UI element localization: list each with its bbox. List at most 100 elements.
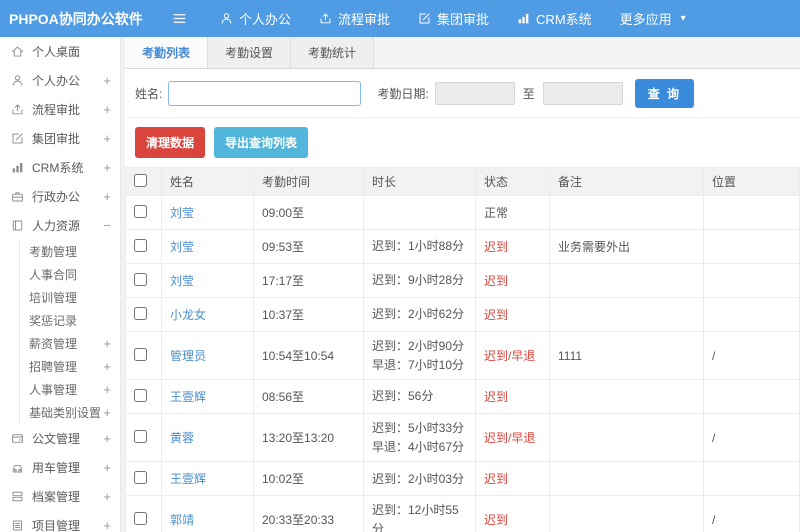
row-checkbox[interactable] xyxy=(134,347,147,361)
menu-item-label: CRM系统 xyxy=(32,161,84,175)
navbar-item-crm-system[interactable]: CRM系统 xyxy=(503,0,606,37)
table-row: 管理员 10:54至10:54 迟到：2小时90分 早退：7小时10分 迟到/早退 111… xyxy=(125,330,800,381)
select-all-checkbox[interactable] xyxy=(134,173,147,187)
sidebar-item-project-management[interactable]: 项目管理 + xyxy=(0,511,120,532)
expand-icon[interactable]: + xyxy=(103,518,111,532)
expand-icon[interactable]: + xyxy=(103,336,111,351)
clean-data-button[interactable]: 清理数据 xyxy=(135,127,206,158)
app-logo: PHPOA协同办公软件 xyxy=(9,10,143,27)
sidebar-item-archive-management[interactable]: 档案管理 + xyxy=(0,482,120,511)
sidebar-subitem-base-category-settings[interactable]: 基础类别设置 + xyxy=(20,401,120,424)
search-button[interactable]: 查 询 xyxy=(634,79,695,108)
row-checkbox[interactable] xyxy=(134,306,147,320)
table-row: 刘莹 17:17至 迟到：9小时28分 迟到 xyxy=(125,263,800,298)
expand-icon[interactable]: + xyxy=(103,359,111,374)
row-checkbox[interactable] xyxy=(134,204,147,218)
menu-item-label: 考勤管理 xyxy=(29,245,78,259)
col-header-duration: 时长 xyxy=(363,167,476,196)
tab-attendance-settings[interactable]: 考勤设置 xyxy=(208,37,292,68)
sidebar-subitem-training-management[interactable]: 培训管理 xyxy=(20,286,120,309)
menu-item-label: 招聘管理 xyxy=(29,360,78,374)
row-checkbox[interactable] xyxy=(134,511,147,525)
menu-item-label: 薪资管理 xyxy=(29,337,78,351)
sidebar-subitem-reward-punishment[interactable]: 奖惩记录 xyxy=(20,309,120,332)
name-input[interactable] xyxy=(168,81,362,106)
col-header-status: 状态 xyxy=(475,167,550,196)
cell-duration xyxy=(363,195,476,230)
sidebar-item-vehicle-management[interactable]: 用车管理 + xyxy=(0,453,120,482)
sidebar-item-doc-management[interactable]: 公文管理 + xyxy=(0,424,120,453)
row-checkbox[interactable] xyxy=(134,272,147,286)
expand-icon[interactable]: + xyxy=(103,131,111,146)
expand-icon[interactable]: + xyxy=(103,431,111,446)
sidebar-subitem-attendance-management[interactable]: 考勤管理 xyxy=(20,240,120,263)
cell-duration: 迟到：1小时88分 xyxy=(363,229,476,264)
tab-attendance-stats[interactable]: 考勤统计 xyxy=(291,37,375,68)
expand-icon[interactable]: + xyxy=(103,73,111,88)
menu-item-label: 集团审批 xyxy=(32,132,81,146)
expand-icon[interactable]: + xyxy=(103,460,111,475)
menu-toggle-button[interactable] xyxy=(162,0,196,37)
cell-location: / xyxy=(703,495,800,532)
navbar-item-workflow-approval[interactable]: 流程审批 xyxy=(305,0,404,37)
employee-name-link[interactable]: 王壹辉 xyxy=(170,390,206,404)
cell-note xyxy=(549,297,704,332)
sidebar-item-personal-office[interactable]: 个人办公 + xyxy=(0,66,120,95)
sidebar-item-human-resources[interactable]: 人力资源 − xyxy=(0,211,120,240)
cell-attendance-time: 10:02至 xyxy=(253,461,364,497)
expand-icon[interactable]: + xyxy=(103,489,111,504)
expand-icon[interactable]: + xyxy=(103,382,111,397)
row-checkbox[interactable] xyxy=(134,429,147,443)
attendance-date-label: 考勤日期: xyxy=(377,87,429,101)
date-to-input[interactable] xyxy=(542,82,623,105)
edit-icon xyxy=(418,12,431,25)
date-to-label: 至 xyxy=(522,87,535,101)
export-list-button[interactable]: 导出查询列表 xyxy=(214,127,309,158)
cell-location xyxy=(703,195,800,230)
chart-icon xyxy=(11,161,27,174)
menu-item-label: 人事合同 xyxy=(29,268,78,282)
expand-icon[interactable]: + xyxy=(103,102,111,117)
expand-icon[interactable]: + xyxy=(103,405,111,420)
archive-icon xyxy=(11,490,27,503)
row-checkbox[interactable] xyxy=(134,388,147,402)
cell-note xyxy=(549,413,704,463)
employee-name-link[interactable]: 刘莹 xyxy=(170,240,194,254)
status-badge: 迟到 xyxy=(475,495,550,532)
navbar-item-group-approval[interactable]: 集团审批 xyxy=(404,0,503,37)
employee-name-link[interactable]: 管理员 xyxy=(170,349,206,363)
employee-name-link[interactable]: 郭靖 xyxy=(170,513,194,527)
navbar-item-personal-office[interactable]: 个人办公 xyxy=(206,0,305,37)
row-checkbox[interactable] xyxy=(134,470,147,484)
hamburger-icon xyxy=(171,10,188,27)
navbar-menu: 个人办公 流程审批 集团审批 CRM系统 更多应用 ▾ xyxy=(206,0,700,37)
date-from-input[interactable] xyxy=(434,82,515,105)
sidebar-subitem-personnel-management[interactable]: 人事管理 + xyxy=(20,378,120,401)
employee-name-link[interactable]: 黄蓉 xyxy=(170,431,194,445)
collapse-icon[interactable]: − xyxy=(103,218,111,233)
sidebar-item-workflow-approval[interactable]: 流程审批 + xyxy=(0,95,120,124)
filter-form: 姓名: 考勤日期: 至 查 询 xyxy=(125,69,800,118)
sidebar-item-personal-desktop[interactable]: 个人桌面 xyxy=(0,37,120,66)
table-row: 刘莹 09:53至 迟到：1小时88分 迟到 业务需要外出 xyxy=(125,229,800,264)
row-checkbox[interactable] xyxy=(134,238,147,252)
cell-duration: 迟到：5小时33分 早退：4小时67分 xyxy=(363,413,476,463)
employee-name-link[interactable]: 小龙女 xyxy=(170,308,206,322)
status-badge: 迟到 xyxy=(475,379,550,415)
tab-attendance-list[interactable]: 考勤列表 xyxy=(125,37,209,68)
sidebar-item-group-approval[interactable]: 集团审批 + xyxy=(0,124,120,153)
expand-icon[interactable]: + xyxy=(103,160,111,175)
sidebar-subitem-salary-management[interactable]: 薪资管理 + xyxy=(20,332,120,355)
employee-name-link[interactable]: 刘莹 xyxy=(170,274,194,288)
menu-item-label: 行政办公 xyxy=(32,190,81,204)
sidebar-subitem-recruit-management[interactable]: 招聘管理 + xyxy=(20,355,120,378)
sidebar-subitem-hr-contract[interactable]: 人事合同 xyxy=(20,263,120,286)
cell-attendance-time: 20:33至20:33 xyxy=(253,495,364,532)
employee-name-link[interactable]: 刘莹 xyxy=(170,206,194,220)
sidebar-item-admin-office[interactable]: 行政办公 + xyxy=(0,182,120,211)
navbar-item-more-apps[interactable]: 更多应用 ▾ xyxy=(606,0,700,37)
cell-note: 1111 xyxy=(549,330,704,381)
employee-name-link[interactable]: 王壹辉 xyxy=(170,472,206,486)
expand-icon[interactable]: + xyxy=(103,189,111,204)
sidebar-item-crm-system[interactable]: CRM系统 + xyxy=(0,153,120,182)
